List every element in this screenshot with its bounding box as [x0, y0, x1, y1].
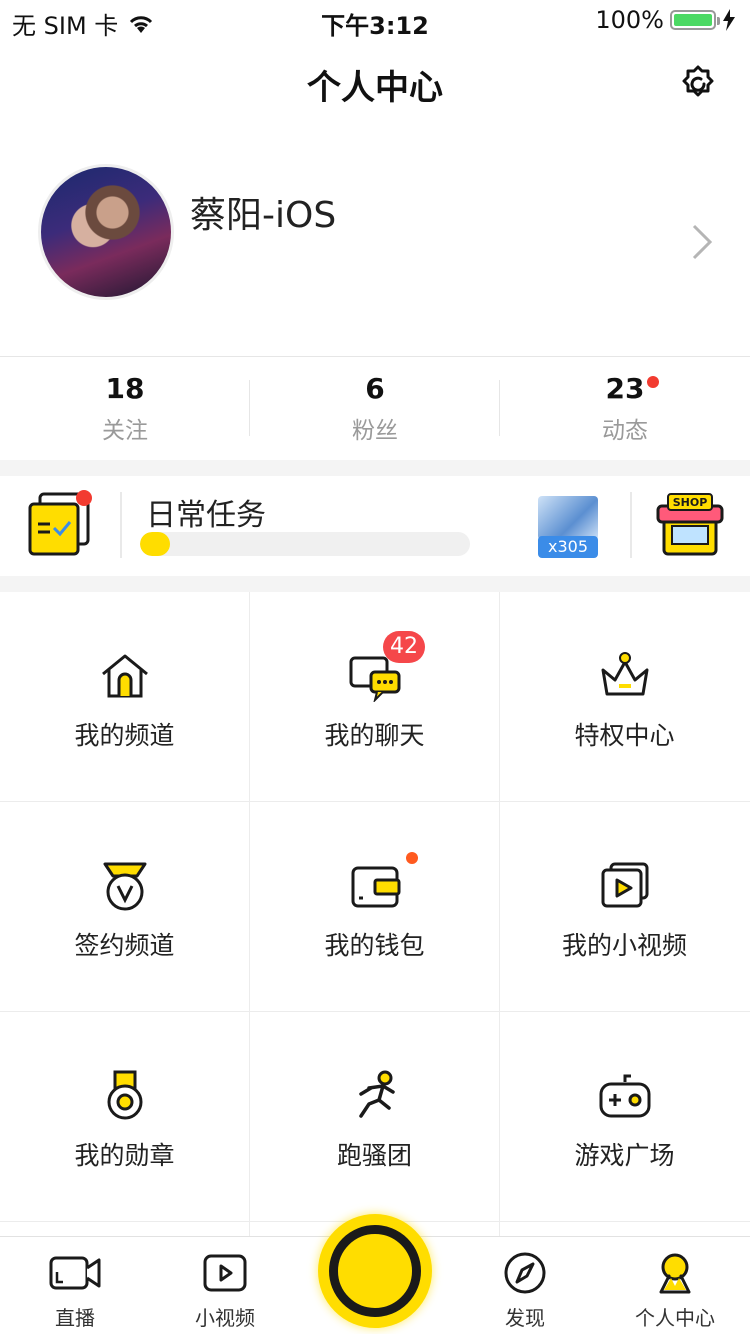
stat-label: 动态 [602, 418, 648, 444]
tab-short-video[interactable]: 小视频 [150, 1252, 300, 1331]
gift-icon [538, 496, 598, 540]
charging-bolt-icon [723, 9, 735, 31]
divider [120, 492, 122, 558]
grid-item-wallet[interactable]: 我的钱包 [250, 802, 499, 1011]
status-bar: 无 SIM 卡 下午3:12 100% [0, 0, 750, 40]
grid-item-game-square[interactable]: 游戏广场 [500, 1012, 749, 1221]
grid-item-my-short-video[interactable]: 我的小视频 [500, 802, 749, 1011]
grid-item-privilege[interactable]: 特权中心 [500, 592, 749, 801]
gamepad-icon [599, 1074, 651, 1118]
stat-moments[interactable]: 23 动态 [500, 372, 750, 445]
battery-percent: 100% [595, 6, 664, 34]
grid-item-label: 游戏广场 [574, 1141, 675, 1170]
avatar[interactable] [38, 164, 174, 300]
grid-item-signed-channel[interactable]: 签约频道 [0, 802, 249, 1011]
grid-item-my-medals[interactable]: 我的勋章 [0, 1012, 249, 1221]
grid-item-label: 我的小视频 [561, 931, 687, 960]
daily-task-title[interactable]: 日常任务 [146, 490, 266, 534]
section-spacer [0, 576, 750, 592]
task-progress-fill [140, 532, 170, 556]
settings-gear-icon[interactable] [678, 64, 718, 104]
chevron-right-icon[interactable] [688, 222, 716, 262]
tab-discover[interactable]: 发现 [450, 1252, 600, 1331]
camera-icon [49, 1256, 101, 1290]
task-list-icon[interactable] [26, 488, 96, 558]
gift-item[interactable]: x305 [538, 496, 598, 558]
grid-item-label: 我的钱包 [324, 931, 425, 960]
page-title: 个人中心 [307, 68, 443, 108]
signed-medal-icon [103, 862, 147, 911]
divider [630, 492, 632, 558]
grid-item-label: 我的频道 [74, 721, 175, 750]
person-icon [659, 1253, 691, 1294]
tab-label: 发现 [505, 1306, 545, 1330]
grid-item-label: 我的勋章 [74, 1141, 175, 1170]
record-button[interactable] [318, 1214, 432, 1328]
grid-item-label: 我的聊天 [324, 721, 425, 750]
stat-label: 粉丝 [352, 418, 398, 444]
svg-text:SHOP: SHOP [673, 496, 708, 509]
runner-icon [359, 1070, 395, 1118]
house-icon [102, 654, 148, 698]
notification-dot [406, 852, 418, 864]
section-spacer [0, 460, 750, 476]
tab-label: 直播 [55, 1306, 95, 1330]
record-ring-icon [329, 1225, 421, 1317]
wallet-icon [351, 866, 401, 908]
crown-icon [601, 652, 649, 696]
tab-label: 小视频 [195, 1306, 255, 1330]
tab-profile[interactable]: 个人中心 [600, 1252, 750, 1331]
username[interactable]: 蔡阳-iOS [190, 186, 336, 238]
stat-fans[interactable]: 6 粉丝 [250, 372, 500, 445]
grid-item-label: 跑骚团 [336, 1141, 412, 1170]
grid-item-running-group[interactable]: 跑骚团 [250, 1012, 499, 1221]
grid-item-my-channel[interactable]: 我的频道 [0, 592, 249, 801]
shop-icon[interactable]: SHOP [656, 492, 724, 558]
tab-live[interactable]: 直播 [0, 1252, 150, 1331]
grid-item-label: 特权中心 [574, 721, 675, 750]
unread-badge: 42 [383, 631, 425, 663]
video-stack-icon [601, 862, 649, 908]
notification-dot [647, 376, 659, 388]
play-icon [203, 1254, 247, 1292]
stat-value: 23 [605, 372, 645, 405]
tab-label: 个人中心 [635, 1306, 715, 1330]
stat-value: 6 [365, 372, 385, 405]
grid-item-my-chat[interactable]: 42 我的聊天 [250, 592, 499, 801]
medal-icon [107, 1070, 143, 1120]
gift-count: x305 [538, 536, 598, 558]
stat-label: 关注 [102, 418, 148, 444]
battery-icon [670, 10, 720, 30]
divider [0, 356, 750, 357]
task-progress-bar [140, 532, 470, 556]
compass-icon [504, 1252, 546, 1294]
stat-value: 18 [105, 372, 145, 405]
stat-following[interactable]: 18 关注 [0, 372, 250, 445]
grid-item-label: 签约频道 [74, 931, 175, 960]
